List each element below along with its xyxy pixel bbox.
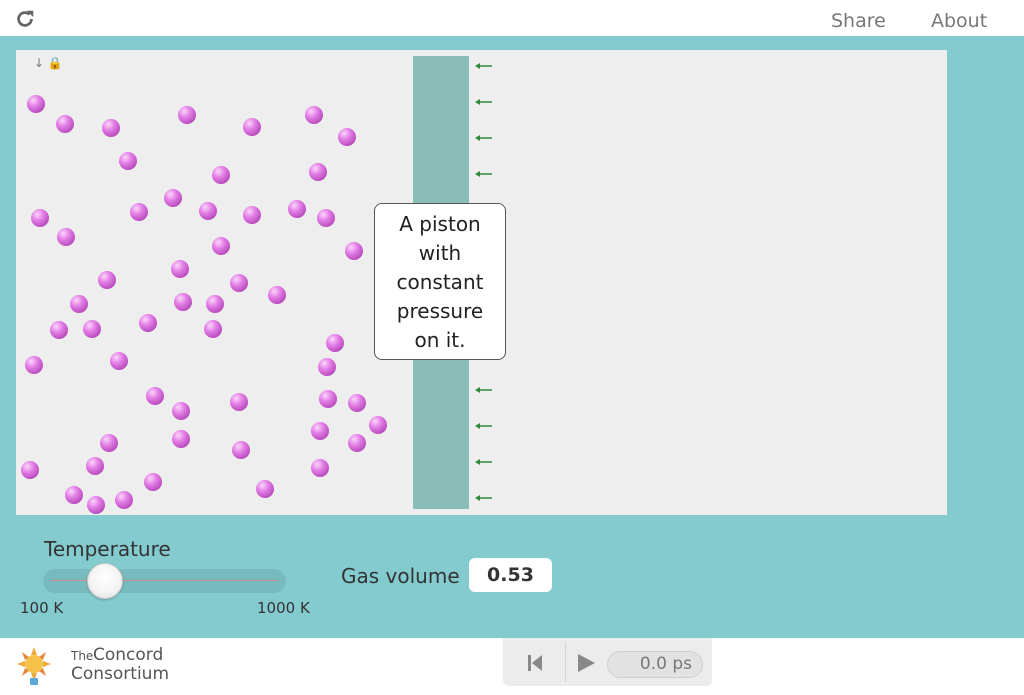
gas-molecule xyxy=(212,166,230,184)
share-link[interactable]: Share xyxy=(831,10,886,32)
gas-molecule xyxy=(172,402,190,420)
gas-molecule xyxy=(212,237,230,255)
gas-molecule xyxy=(256,480,274,498)
reload-icon[interactable] xyxy=(14,8,36,30)
logo-the: The xyxy=(71,649,94,663)
top-bar: Share About xyxy=(0,0,1024,36)
arrow-down-icon: ↓ xyxy=(34,56,45,70)
gas-molecule xyxy=(50,321,68,339)
gas-molecule xyxy=(369,416,387,434)
gas-molecule xyxy=(178,106,196,124)
gas-molecule xyxy=(338,128,356,146)
concord-logo[interactable]: The Concord Consortium xyxy=(14,643,174,691)
gas-molecule xyxy=(174,293,192,311)
gas-molecule xyxy=(171,260,189,278)
gas-molecule xyxy=(31,209,49,227)
gas-molecule xyxy=(56,115,74,133)
gas-molecule xyxy=(146,387,164,405)
temperature-max-label: 1000 K xyxy=(257,599,310,617)
piston-callout: A piston with constant pressure on it. xyxy=(374,203,506,360)
gas-molecule xyxy=(98,271,116,289)
sim-corner-icons: ↓ 🔒 xyxy=(34,56,63,70)
gas-molecule xyxy=(130,203,148,221)
gas-molecule xyxy=(311,459,329,477)
gas-molecule xyxy=(288,200,306,218)
gas-volume-value: 0.53 xyxy=(469,558,552,592)
gas-volume-label: Gas volume xyxy=(341,564,460,588)
gas-molecule xyxy=(119,152,137,170)
reset-icon[interactable] xyxy=(503,638,563,686)
pressure-arrow-icon xyxy=(475,171,492,177)
gas-molecule xyxy=(348,394,366,412)
gas-molecule xyxy=(21,461,39,479)
gas-molecule xyxy=(243,206,261,224)
gas-molecule xyxy=(172,430,190,448)
gas-molecule xyxy=(317,209,335,227)
gas-molecule xyxy=(268,286,286,304)
gas-molecule xyxy=(144,473,162,491)
logo-consortium: Consortium xyxy=(71,664,170,684)
gas-molecule xyxy=(243,118,261,136)
logo-concord: Concord xyxy=(93,645,164,665)
gas-molecule xyxy=(102,119,120,137)
gas-molecule xyxy=(230,274,248,292)
gas-molecule xyxy=(27,95,45,113)
pressure-arrow-icon xyxy=(475,387,492,393)
gas-molecule xyxy=(25,356,43,374)
pressure-arrow-icon xyxy=(475,99,492,105)
temperature-slider-knob[interactable] xyxy=(87,563,123,599)
gas-molecule xyxy=(100,434,118,452)
concord-logo-icon xyxy=(17,647,51,685)
gas-molecule xyxy=(309,163,327,181)
pressure-arrow-icon xyxy=(475,495,492,501)
time-display: 0.0 ps xyxy=(607,651,703,678)
temperature-slider-track[interactable] xyxy=(43,569,286,593)
pressure-arrow-icon xyxy=(475,63,492,69)
gas-molecule xyxy=(345,242,363,260)
playback-controls: 0.0 ps xyxy=(503,638,712,686)
gas-molecule xyxy=(232,441,250,459)
callout-line: on it. xyxy=(414,328,466,352)
callout-line: constant xyxy=(396,270,484,294)
gas-molecule xyxy=(70,295,88,313)
callout-line: pressure xyxy=(396,299,484,323)
about-link[interactable]: About xyxy=(931,10,987,32)
gas-molecule xyxy=(204,320,222,338)
gas-molecule xyxy=(206,295,224,313)
gas-molecule xyxy=(318,358,336,376)
pressure-arrow-icon xyxy=(475,135,492,141)
control-separator xyxy=(565,642,566,682)
callout-line: with xyxy=(418,241,462,265)
gas-molecule xyxy=(164,189,182,207)
gas-molecule xyxy=(65,486,83,504)
slider-line xyxy=(51,580,278,581)
gas-molecule xyxy=(57,228,75,246)
gas-molecule xyxy=(110,352,128,370)
callout-line: A piston xyxy=(399,212,481,236)
temperature-min-label: 100 K xyxy=(20,599,64,617)
pressure-arrow-icon xyxy=(475,459,492,465)
play-icon[interactable] xyxy=(575,652,597,674)
gas-molecule xyxy=(326,334,344,352)
gas-molecule xyxy=(87,496,105,514)
gas-molecule xyxy=(139,314,157,332)
pressure-arrow-icon xyxy=(475,423,492,429)
gas-molecule xyxy=(319,390,337,408)
gas-molecule xyxy=(83,320,101,338)
gas-molecule xyxy=(230,393,248,411)
temperature-label: Temperature xyxy=(44,537,171,561)
gas-molecule xyxy=(199,202,217,220)
lock-icon: 🔒 xyxy=(47,56,63,70)
gas-molecule xyxy=(115,491,133,509)
gas-molecule xyxy=(305,106,323,124)
gas-molecule xyxy=(311,422,329,440)
gas-molecule xyxy=(86,457,104,475)
gas-molecule xyxy=(348,434,366,452)
